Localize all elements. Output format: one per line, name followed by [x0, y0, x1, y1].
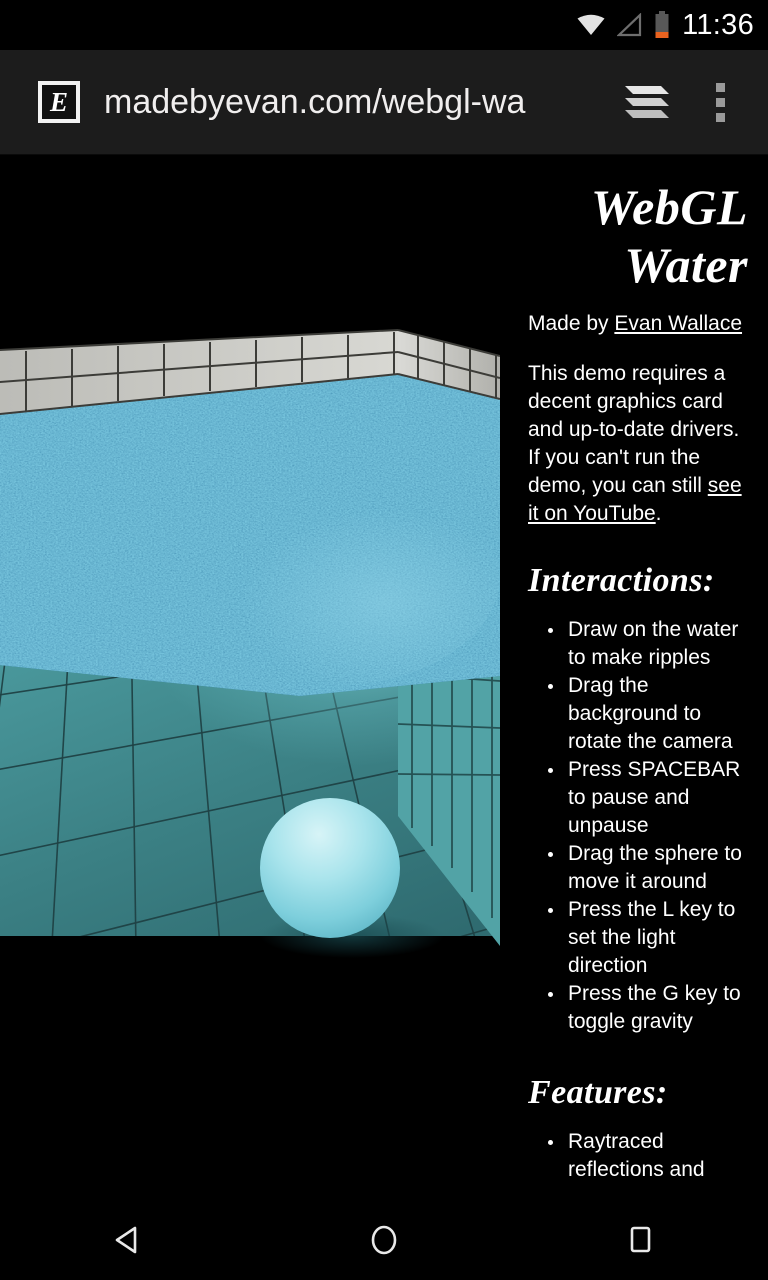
list-item: Draw on the water to make ripples — [544, 616, 748, 672]
status-bar-icons — [576, 11, 670, 39]
interactions-list: Draw on the water to make ripples Drag t… — [544, 616, 748, 1036]
nav-back-button[interactable] — [58, 1200, 198, 1280]
requirements-paragraph: This demo requires a decent graphics car… — [528, 360, 748, 528]
made-by-line: Made by Evan Wallace — [528, 310, 748, 338]
tab-switcher-button[interactable] — [612, 67, 682, 137]
interactions-heading: Interactions: — [528, 562, 715, 599]
water-surface — [0, 374, 500, 696]
menu-dot-1 — [715, 82, 725, 92]
webgl-water-canvas[interactable] — [0, 156, 500, 1076]
status-bar: 11:36 — [0, 0, 768, 50]
requirements-period: . — [655, 502, 662, 525]
list-item: Drag the sphere to move it around — [544, 840, 748, 896]
home-circle-icon — [371, 1225, 397, 1255]
android-navigation-bar — [0, 1200, 768, 1280]
browser-toolbar: E madebyevan.com/webgl-wa — [0, 50, 768, 155]
features-heading: Features: — [528, 1074, 668, 1111]
favicon-letter: E — [49, 86, 68, 117]
made-by-prefix: Made by — [528, 312, 615, 335]
nav-home-button[interactable] — [314, 1200, 454, 1280]
list-item: Press the G key to toggle gravity — [544, 980, 748, 1036]
features-list: Raytraced reflections and — [544, 1128, 748, 1184]
cell-signal-icon — [617, 13, 642, 37]
url-bar-input[interactable]: madebyevan.com/webgl-wa — [104, 83, 612, 122]
list-item: Raytraced reflections and — [544, 1128, 748, 1184]
list-item: Drag the background to rotate the camera — [544, 672, 748, 756]
tabs-stack-icon — [625, 86, 669, 118]
list-item: Press the L key to set the light directi… — [544, 896, 748, 980]
site-favicon: E — [38, 81, 80, 123]
list-item: Press SPACEBAR to pause and unpause — [544, 756, 748, 840]
page-text-column: WebGL Water Made by Evan Wallace This de… — [500, 156, 768, 1200]
pool-scene-graphic — [0, 156, 500, 1076]
wifi-icon — [577, 14, 605, 35]
status-bar-clock: 11:36 — [682, 8, 754, 41]
evan-wallace-link[interactable]: Evan Wallace — [614, 312, 742, 335]
menu-dot-3 — [715, 112, 725, 122]
battery-icon — [655, 11, 669, 38]
back-triangle-icon — [115, 1226, 137, 1254]
menu-dot-2 — [715, 97, 725, 107]
page-title: WebGL Water — [590, 179, 748, 293]
nav-recents-button[interactable] — [570, 1200, 710, 1280]
recents-square-icon — [630, 1226, 651, 1253]
overflow-menu-button[interactable] — [686, 63, 754, 141]
webpage-viewport[interactable]: WebGL Water Made by Evan Wallace This de… — [0, 156, 768, 1200]
android-device-screen: 11:36 E madebyevan.com/webgl-wa WebGL Wa… — [0, 0, 768, 1280]
